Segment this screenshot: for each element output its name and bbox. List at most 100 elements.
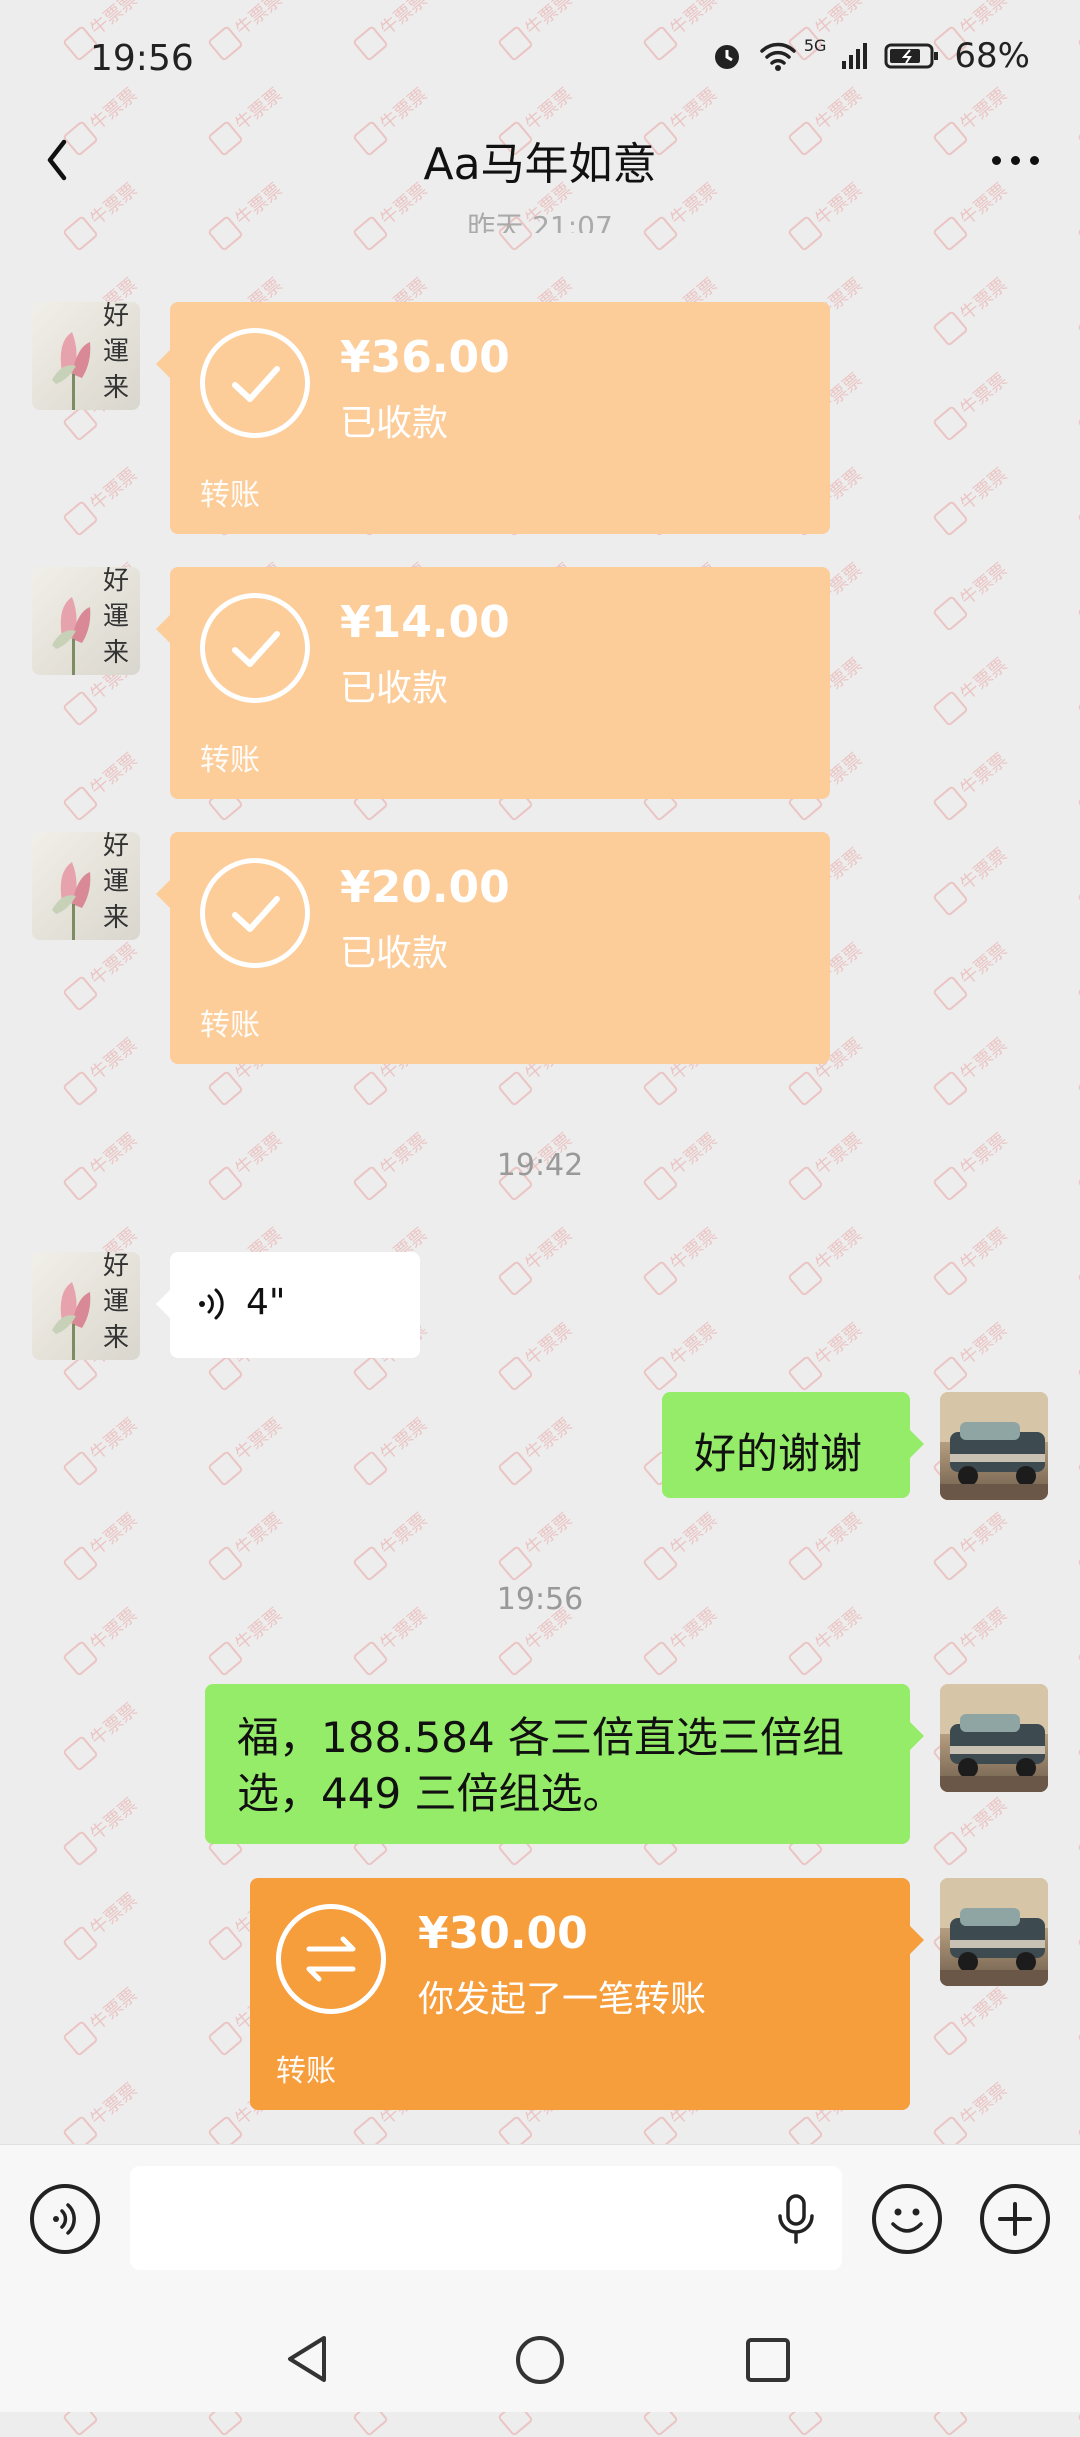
sent-text-message[interactable]: 福，188.584 各三倍直选三倍组选，449 三倍组选。 [205, 1684, 924, 1844]
watermark-mark: 牛票票 [61, 1696, 143, 1772]
watermark-mark: 牛票票 [931, 1506, 1013, 1582]
emoji-button[interactable] [872, 2184, 942, 2254]
watermark-mark: 牛票票 [1076, 556, 1080, 632]
svg-text:来: 来 [103, 373, 129, 403]
battery-icon [884, 43, 939, 69]
watermark-mark: 牛票票 [1076, 2076, 1080, 2152]
self-avatar[interactable] [940, 1392, 1048, 1500]
watermark-mark: 牛票票 [1076, 1411, 1080, 1487]
svg-text:好: 好 [103, 1252, 129, 1281]
network-type: 5G [803, 36, 827, 55]
transfer-arrows-icon [276, 1904, 386, 2014]
transfer-label: 转账 [200, 743, 260, 778]
watermark-mark: 牛票票 [61, 2076, 143, 2152]
sent-text-message[interactable]: 好的谢谢 [662, 1392, 924, 1498]
watermark-mark: 牛票票 [1076, 1981, 1080, 2057]
watermark-mark: 牛票票 [1076, 366, 1080, 442]
back-triangle-icon[interactable] [282, 2332, 332, 2386]
message-timestamp: 19:56 [496, 1582, 584, 1617]
transfer-card-received[interactable]: ¥36.00 已收款 转账 [156, 302, 830, 534]
watermark-mark: 牛票票 [931, 461, 1013, 537]
self-avatar[interactable] [940, 1684, 1048, 1792]
watermark-mark: 牛票票 [61, 1791, 143, 1867]
watermark-mark: 牛票票 [1076, 1791, 1080, 1867]
transfer-label: 转账 [200, 478, 260, 513]
watermark-mark: 牛票票 [786, 1506, 868, 1582]
transfer-card-sent[interactable]: ¥30.00 你发起了一笔转账 转账 [250, 1878, 924, 2110]
lotus-avatar-image: 好 運 来 [52, 1252, 129, 1360]
watermark-mark: 牛票票 [1076, 651, 1080, 727]
watermark-mark: 牛票票 [1076, 841, 1080, 917]
recents-square-icon[interactable] [744, 2336, 792, 2384]
check-circle-icon [200, 593, 310, 703]
watermark-mark: 牛票票 [1076, 1316, 1080, 1392]
svg-text:運: 運 [103, 337, 129, 367]
watermark-mark: 牛票票 [931, 936, 1013, 1012]
watermark-mark: 牛票票 [931, 841, 1013, 917]
watermark-mark: 牛票票 [351, 0, 433, 62]
message-text: 好的谢谢 [694, 1429, 863, 1478]
transfer-amount: ¥36.00 [340, 332, 510, 383]
transfer-status: 已收款 [340, 403, 449, 444]
message-input[interactable] [130, 2166, 842, 2270]
watermark-mark: 牛票票 [61, 746, 143, 822]
watermark-mark: 牛票票 [1076, 1886, 1080, 1962]
transfer-status: 已收款 [340, 668, 449, 709]
transfer-card-received[interactable]: ¥20.00 已收款 转账 [156, 832, 830, 1064]
watermark-mark: 牛票票 [641, 1316, 723, 1392]
contact-avatar[interactable]: 好 運 来 [32, 567, 140, 675]
contact-avatar[interactable]: 好 運 来 [32, 1252, 140, 1360]
svg-text:来: 来 [103, 638, 129, 668]
watermark-mark: 牛票票 [931, 366, 1013, 442]
more-actions-button[interactable] [980, 2184, 1050, 2254]
system-navigation-bar [0, 2306, 1080, 2412]
transfer-status: 已收款 [340, 933, 449, 974]
watermark-mark: 牛票票 [1076, 936, 1080, 1012]
contact-avatar[interactable]: 好 運 来 [32, 302, 140, 410]
alarm-icon [714, 45, 739, 69]
watermark-mark: 牛票票 [61, 1031, 143, 1107]
voice-duration: 4" [246, 1282, 286, 1323]
watermark-mark: 牛票票 [931, 1221, 1013, 1297]
watermark-mark: 牛票票 [931, 556, 1013, 632]
car-avatar-image [940, 1684, 1048, 1792]
home-circle-icon[interactable] [514, 2334, 566, 2386]
watermark-mark: 牛票票 [1076, 1031, 1080, 1107]
contact-avatar[interactable]: 好 運 来 [32, 832, 140, 940]
more-options-button[interactable] [980, 140, 1050, 180]
partial-timestamp: 昨天 21:07 [467, 210, 613, 233]
car-avatar-image [940, 1878, 1048, 1986]
battery-percent: 68% [954, 36, 1030, 76]
message-timestamp: 19:42 [496, 1148, 584, 1183]
voice-input-button[interactable] [30, 2184, 100, 2254]
watermark-mark: 牛票票 [61, 1981, 143, 2057]
message-text: 福，188.584 各三倍直选三倍组选，449 三倍组选。 [237, 1713, 845, 1818]
plus-icon [998, 2202, 1032, 2236]
check-circle-icon [200, 858, 310, 968]
lotus-avatar-image: 好 運 来 [52, 567, 129, 675]
transfer-card-received[interactable]: ¥14.00 已收款 转账 [156, 567, 830, 799]
watermark-mark: 牛票票 [1076, 461, 1080, 537]
wifi-icon [760, 42, 796, 71]
watermark-mark: 牛票票 [786, 1316, 868, 1392]
svg-text:来: 来 [103, 903, 129, 933]
svg-text:運: 運 [103, 867, 129, 897]
watermark-mark: 牛票票 [931, 651, 1013, 727]
self-avatar[interactable] [940, 1878, 1048, 1986]
watermark-mark: 牛票票 [496, 1411, 578, 1487]
watermark-mark: 牛票票 [206, 0, 288, 62]
watermark-mark: 牛票票 [641, 1506, 723, 1582]
watermark-mark: 牛票票 [931, 1316, 1013, 1392]
status-icons: 5G 68% [710, 36, 1030, 76]
voice-message[interactable]: 4" [156, 1252, 420, 1358]
watermark-mark: 牛票票 [206, 1506, 288, 1582]
watermark-mark: 牛票票 [206, 1411, 288, 1487]
microphone-icon[interactable] [774, 2192, 818, 2246]
watermark-mark: 牛票票 [1076, 0, 1080, 62]
watermark-mark: 牛票票 [931, 271, 1013, 347]
watermark-mark: 牛票票 [61, 1506, 143, 1582]
watermark-mark: 牛票票 [1076, 1506, 1080, 1582]
transfer-amount: ¥14.00 [340, 597, 510, 648]
watermark-mark: 牛票票 [1076, 1696, 1080, 1772]
watermark-mark: 牛票票 [496, 1221, 578, 1297]
